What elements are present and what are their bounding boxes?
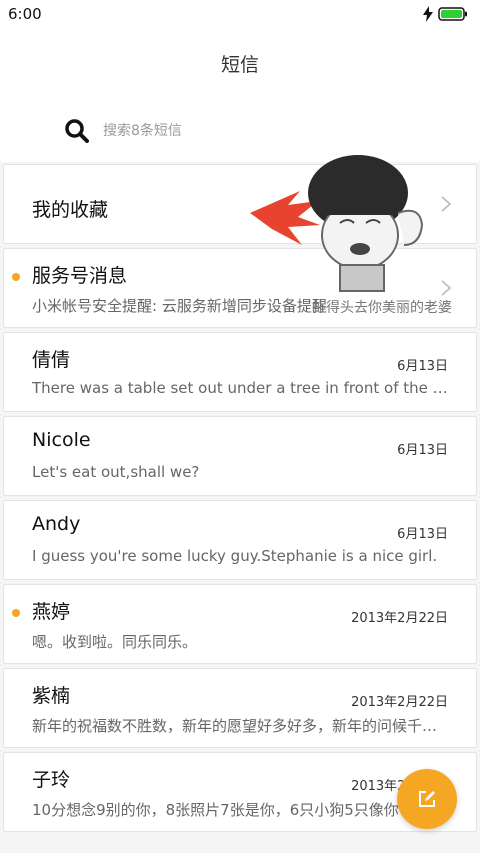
message-date: 6月13日 xyxy=(397,443,448,458)
contact-name: 燕婷 xyxy=(32,601,71,623)
unread-dot xyxy=(12,609,20,617)
message-date: 2013年2月22日 xyxy=(351,695,448,710)
unread-dot xyxy=(12,273,20,281)
conversation-item[interactable]: 燕婷 2013年2月22日 嗯。收到啦。同乐同乐。 xyxy=(3,584,477,664)
contact-name: Andy xyxy=(32,513,81,535)
message-preview: I guess you're some lucky guy.Stephanie … xyxy=(32,547,438,565)
message-date: 6月13日 xyxy=(397,359,448,374)
contact-name: 倩倩 xyxy=(32,349,71,371)
contact-name: Nicole xyxy=(32,429,91,451)
service-name: 服务号消息 xyxy=(32,265,128,287)
meme-caption: 扑得头去你美丽的老婆 xyxy=(312,300,452,316)
message-date: 2013年2月22日 xyxy=(351,611,448,626)
status-bar: 6:00 xyxy=(0,0,480,28)
contact-name: 子玲 xyxy=(32,769,71,791)
search-icon xyxy=(65,119,89,143)
battery-icon xyxy=(438,7,467,21)
page-title: 短信 xyxy=(220,53,259,76)
conversation-item[interactable]: 紫楠 2013年2月22日 新年的祝福数不胜数，新年的愿望好多好多，新年的问候千… xyxy=(3,668,477,748)
message-preview: Let's eat out,shall we? xyxy=(32,463,200,481)
app-header: 短信 xyxy=(0,28,480,98)
meme-sticker xyxy=(250,155,424,292)
conversation-item[interactable]: Andy 6月13日 I guess you're some lucky guy… xyxy=(3,500,477,580)
status-icons xyxy=(422,6,468,22)
charging-icon xyxy=(423,6,433,22)
message-preview: 新年的祝福数不胜数，新年的愿望好多好多，新年的问候千言万语 xyxy=(32,717,450,735)
search-input[interactable]: 搜索8条短信 xyxy=(103,120,182,140)
chevron-right-icon xyxy=(441,196,452,212)
compose-icon xyxy=(419,791,435,807)
favorites-label: 我的收藏 xyxy=(32,199,109,221)
message-preview: There was a table set out under a tree i… xyxy=(32,379,450,397)
message-preview: 嗯。收到啦。同乐同乐。 xyxy=(32,633,198,651)
message-date: 6月13日 xyxy=(397,527,448,542)
chevron-right-icon xyxy=(441,280,452,296)
status-time: 6:00 xyxy=(8,5,42,23)
message-preview: 10分想念9别的你，8张照片7张是你，6只小狗5只像你 xyxy=(32,801,399,819)
compose-button[interactable] xyxy=(397,769,457,829)
conversation-item[interactable]: 倩倩 6月13日 There was a table set out under… xyxy=(3,332,477,412)
conversation-item[interactable]: Nicole 6月13日 Let's eat out,shall we? xyxy=(3,416,477,496)
contact-name: 紫楠 xyxy=(32,685,71,707)
